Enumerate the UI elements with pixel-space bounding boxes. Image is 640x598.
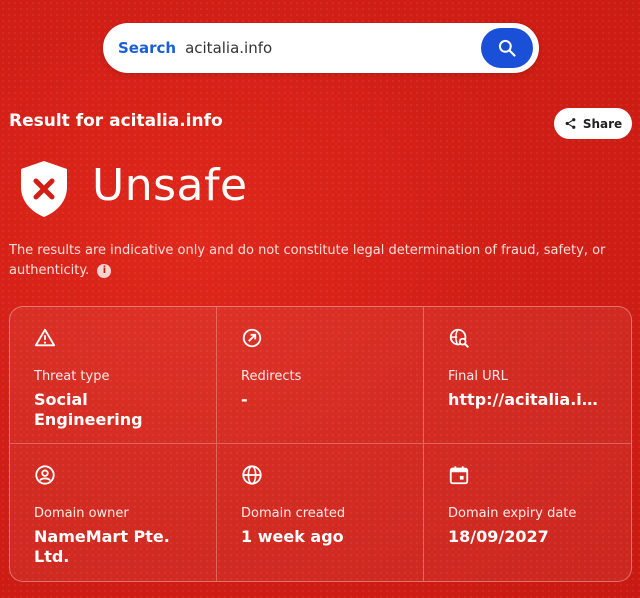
calendar-icon [449,466,469,485]
redirect-icon [242,328,262,348]
verdict-text: Unsafe [92,160,248,211]
share-button[interactable]: Share [554,108,632,139]
search-button[interactable] [481,28,533,68]
detail-label: Domain created [241,506,346,521]
info-icon[interactable]: i [97,263,112,278]
globe-icon [242,465,262,485]
share-icon [565,118,576,129]
details-grid: Threat type Social Engineering Redirects… [9,306,632,582]
disclaimer: The results are indicative only and do n… [9,241,631,281]
detail-threat-type: Threat type Social Engineering [10,307,217,444]
user-circle-icon [35,465,55,485]
detail-value: Social Engineering [34,390,143,429]
detail-value: NameMart Pte. Ltd. [34,527,170,566]
detail-value: 18/09/2027 [448,527,549,546]
detail-label: Final URL [448,369,508,384]
detail-value: http://acitalia.in... [448,390,607,409]
warning-icon [34,328,56,347]
share-label: Share [582,116,623,131]
detail-value: - [241,390,248,409]
search-label: Search [118,39,177,57]
detail-final-url: Final URL http://acitalia.in... [424,307,631,444]
detail-label: Redirects [241,369,302,384]
search-bar[interactable]: Search acitalia.info [103,23,539,73]
result-title: Result for acitalia.info [9,111,223,131]
detail-domain-created: Domain created 1 week ago [217,444,424,581]
detail-label: Domain owner [34,506,129,521]
detail-redirects: Redirects - [217,307,424,444]
globe-search-icon [449,328,469,348]
detail-value: 1 week ago [241,527,344,546]
detail-domain-owner: Domain owner NameMart Pte. Ltd. [10,444,217,581]
search-icon [498,39,516,57]
detail-domain-expiry: Domain expiry date 18/09/2027 [424,444,631,581]
detail-label: Domain expiry date [448,506,577,521]
shield-x-icon [21,161,67,217]
detail-label: Threat type [34,369,110,384]
